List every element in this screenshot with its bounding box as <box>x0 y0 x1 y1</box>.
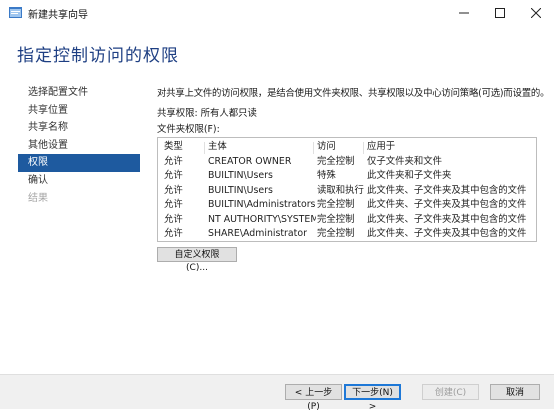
cell-applies-to: 此文件夹、子文件夹及其中包含的文件 <box>367 184 527 196</box>
cell-type: 允许 <box>164 199 183 210</box>
close-button[interactable] <box>518 0 554 26</box>
share-folder-icon <box>9 7 22 18</box>
header-type[interactable]: 类型 <box>164 140 204 155</box>
cell-applies-to: 此文件夹、子文件夹及其中包含的文件 <box>367 199 527 210</box>
minimize-icon <box>459 12 469 14</box>
cell-access: 完全控制 <box>317 199 355 210</box>
column-divider[interactable] <box>204 142 205 154</box>
nav-item-results: 结果 <box>28 192 48 204</box>
cell-access: 完全控制 <box>317 213 355 225</box>
nav-item-confirmation[interactable]: 确认 <box>18 172 140 190</box>
cell-principal: BUILTIN\Administrators <box>208 199 316 210</box>
cell-type: 允许 <box>164 213 183 225</box>
cell-principal: BUILTIN\Users <box>208 184 273 196</box>
cell-applies-to: 此文件夹、子文件夹及其中包含的文件 <box>367 228 527 239</box>
column-divider[interactable] <box>363 142 364 154</box>
close-icon <box>531 8 541 18</box>
header-principal[interactable]: 主体 <box>208 140 316 155</box>
share-permissions-text: 共享权限: 所有人都只读 <box>157 108 257 119</box>
nav-item-other-settings[interactable]: 其他设置 <box>18 137 140 155</box>
cell-access: 完全控制 <box>317 155 355 167</box>
wizard-nav: 选择配置文件 共享位置 共享名称 其他设置 权限 确认 结果 <box>18 84 140 207</box>
table-row[interactable]: 允许 BUILTIN\Users 特殊 此文件夹和子文件夹 <box>158 169 536 184</box>
title-bar: 新建共享向导 <box>0 0 554 26</box>
table-row[interactable]: 允许 CREATOR OWNER 完全控制 仅子文件夹和文件 <box>158 155 536 170</box>
column-divider[interactable] <box>313 142 314 154</box>
nav-item-permissions[interactable]: 权限 <box>18 154 140 172</box>
nav-item-select-profile[interactable]: 选择配置文件 <box>18 84 140 102</box>
folder-permissions-label: 文件夹权限(F): <box>157 124 220 135</box>
folder-permissions-list[interactable]: 类型 主体 访问 应用于 允许 CREATOR OWNER 完全控制 仅子文件夹… <box>157 137 537 242</box>
table-header: 类型 主体 访问 应用于 <box>158 140 536 155</box>
table-row[interactable]: 允许 SHARE\Administrator 完全控制 此文件夹、子文件夹及其中… <box>158 227 536 242</box>
header-applies-to[interactable]: 应用于 <box>367 140 537 155</box>
permissions-description: 对共享上文件的访问权限，是结合使用文件夹权限、共享权限以及中心访问策略(可选)而… <box>157 88 550 99</box>
wizard-window: 新建共享向导 指定控制访问的权限 选择配置文件 共享位置 共享名称 其他设置 权… <box>0 0 554 412</box>
cell-applies-to: 此文件夹、子文件夹及其中包含的文件 <box>367 213 527 225</box>
cancel-button[interactable]: 取消 <box>490 384 540 400</box>
next-button[interactable]: 下一步(N) > <box>344 384 401 412</box>
maximize-button[interactable] <box>482 0 518 26</box>
cell-applies-to: 仅子文件夹和文件 <box>367 155 443 167</box>
back-button[interactable]: < 上一步(P) <box>285 384 342 412</box>
custom-permissions-button[interactable]: 自定义权限(C)... <box>157 247 237 273</box>
cell-principal: NT AUTHORITY\SYSTEM <box>208 213 316 225</box>
table-row[interactable]: 允许 NT AUTHORITY\SYSTEM 完全控制 此文件夹、子文件夹及其中… <box>158 213 536 228</box>
cell-type: 允许 <box>164 228 183 239</box>
cell-type: 允许 <box>164 184 183 196</box>
cell-access: 完全控制 <box>317 228 355 239</box>
cell-principal: BUILTIN\Users <box>208 170 273 181</box>
table-row[interactable]: 允许 BUILTIN\Users 读取和执行 此文件夹、子文件夹及其中包含的文件 <box>158 184 536 199</box>
cell-access: 特殊 <box>317 170 336 181</box>
header-access[interactable]: 访问 <box>317 140 367 155</box>
table-row[interactable]: 允许 BUILTIN\Administrators 完全控制 此文件夹、子文件夹… <box>158 198 536 213</box>
cell-principal: CREATOR OWNER <box>208 155 292 167</box>
cell-access: 读取和执行 <box>317 184 364 196</box>
cell-principal: SHARE\Administrator <box>208 228 307 239</box>
nav-item-share-name[interactable]: 共享名称 <box>18 119 140 137</box>
cell-type: 允许 <box>164 170 183 181</box>
cell-applies-to: 此文件夹和子文件夹 <box>367 170 452 181</box>
page-title: 指定控制访问的权限 <box>17 46 179 66</box>
maximize-icon <box>495 8 505 18</box>
wizard-footer: < 上一步(P) 下一步(N) > 创建(C) 取消 <box>0 374 554 412</box>
nav-item-share-location[interactable]: 共享位置 <box>18 102 140 120</box>
create-button: 创建(C) <box>422 384 479 400</box>
cell-type: 允许 <box>164 155 183 167</box>
window-title: 新建共享向导 <box>28 10 88 21</box>
minimize-button[interactable] <box>446 0 482 26</box>
